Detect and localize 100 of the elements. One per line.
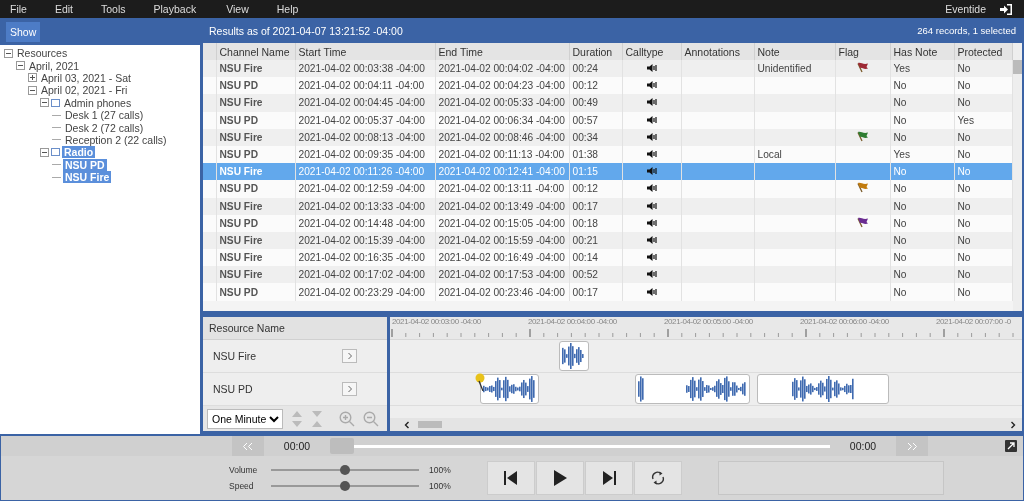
column-header[interactable]: Flag — [835, 43, 890, 60]
speaker-icon — [646, 287, 657, 296]
speaker-icon — [646, 184, 657, 193]
speaker-icon — [646, 132, 657, 141]
table-cell: 00:12 — [569, 180, 622, 198]
menu-item[interactable]: Tools — [101, 3, 126, 15]
play-button[interactable] — [535, 461, 584, 495]
table-cell: 2021-04-02 00:06:34 -04:00 — [435, 111, 569, 129]
slider-thumb[interactable] — [340, 465, 350, 475]
speaker-icon — [646, 235, 657, 244]
menu-item[interactable]: File — [10, 3, 27, 15]
previous-button[interactable] — [486, 461, 535, 495]
collapse-toggle-icon[interactable] — [40, 98, 49, 108]
repeat-icon — [649, 470, 666, 486]
progress-handle[interactable] — [330, 437, 354, 454]
double-chevron-left-icon — [242, 441, 254, 451]
menu-item[interactable]: View — [226, 3, 249, 15]
scrollbar[interactable] — [1013, 43, 1022, 311]
table-cell: 2021-04-02 00:08:46 -04:00 — [435, 128, 569, 146]
results-title: Results as of 2021-04-07 13:21:52 -04:00 — [209, 24, 403, 37]
column-header[interactable]: Note — [754, 43, 835, 60]
column-header[interactable]: Has Note — [890, 43, 954, 60]
table-cell: 2021-04-02 00:13:33 -04:00 — [295, 197, 435, 215]
tree-item[interactable]: April 02, 2021 - Fri — [39, 84, 130, 97]
column-header[interactable]: Channel Name — [216, 43, 295, 60]
collapse-toggle-icon[interactable] — [16, 61, 25, 71]
table-cell: 2021-04-02 00:13:49 -04:00 — [435, 197, 569, 215]
group-icon — [51, 148, 60, 157]
table-cell: NSU PD — [216, 283, 295, 301]
tree-item[interactable]: Desk 2 (72 calls) — [63, 121, 146, 134]
waveform-clip[interactable] — [559, 341, 589, 371]
table-cell: 2021-04-02 00:23:29 -04:00 — [295, 283, 435, 301]
slider-thumb[interactable] — [340, 481, 350, 491]
scrollbar-thumb[interactable] — [418, 421, 442, 428]
tree-item[interactable]: April, 2021 — [27, 59, 82, 72]
collapse-toggle-icon[interactable] — [28, 73, 37, 83]
collapse-toggle-icon[interactable] — [4, 48, 13, 58]
scrollbar[interactable] — [390, 418, 1022, 431]
time-axis-label: 2021-04-02 00:05:00 -04:00 — [663, 317, 754, 328]
collapse-toggle-icon[interactable] — [28, 85, 37, 95]
time-axis-label: 2021-04-02 00:07:00 -0 — [935, 317, 1011, 328]
tree-item[interactable]: April 03, 2021 - Sat — [39, 71, 133, 84]
skip-back-icon — [502, 470, 519, 486]
collapse-toggle-icon[interactable] — [40, 147, 49, 157]
table-cell: 2021-04-02 00:14:48 -04:00 — [295, 214, 435, 232]
skip-forward-icon — [600, 470, 617, 486]
table-cell: No — [890, 128, 954, 146]
repeat-button[interactable] — [633, 461, 682, 495]
length-time: 00:00 — [848, 440, 878, 452]
menu-item[interactable]: Help — [276, 3, 299, 15]
table-cell: 2021-04-02 00:08:13 -04:00 — [295, 128, 435, 146]
table-cell: 00:57 — [569, 111, 622, 129]
chevron-right-icon[interactable] — [1010, 420, 1016, 429]
column-header[interactable]: Calltype — [622, 43, 681, 60]
zoom-dropdown[interactable]: One Minute — [207, 408, 283, 429]
column-header[interactable]: Protected — [954, 43, 1012, 60]
table-cell: 2021-04-02 00:13:11 -04:00 — [435, 180, 569, 198]
table-cell: 00:18 — [569, 214, 622, 232]
menu-item[interactable]: Edit — [54, 3, 73, 15]
show-button[interactable]: Show — [6, 21, 41, 42]
tree-item[interactable]: Reception 2 (22 calls) — [63, 133, 169, 146]
resource-name: NSU Fire — [213, 350, 257, 362]
table-cell: 00:34 — [569, 128, 622, 146]
waveform-clip[interactable] — [757, 374, 889, 404]
column-header[interactable]: End Time — [435, 43, 569, 60]
menu-item[interactable]: Playback — [153, 3, 197, 15]
scrollbar-thumb[interactable] — [1013, 60, 1022, 74]
table-cell: No — [890, 283, 954, 301]
resource-name-header: Resource Name — [203, 317, 387, 340]
logout-icon[interactable] — [1000, 3, 1012, 15]
expand-icon[interactable] — [1005, 440, 1017, 452]
slider-value: 100% — [429, 465, 451, 475]
waveform-clip[interactable] — [635, 374, 750, 404]
next-button[interactable] — [584, 461, 633, 495]
speaker-icon — [646, 81, 657, 90]
speaker-icon — [646, 150, 657, 159]
table-cell: NSU Fire — [216, 128, 295, 146]
chevron-left-icon[interactable] — [404, 420, 410, 429]
speaker-icon — [646, 115, 657, 124]
tree-item[interactable]: Admin phones — [62, 96, 134, 109]
pin-icon[interactable] — [474, 373, 486, 391]
table-cell: No — [890, 94, 954, 112]
table-cell: No — [890, 214, 954, 232]
table-cell: No — [954, 128, 1012, 146]
table-cell: 2021-04-02 00:04:45 -04:00 — [295, 94, 435, 112]
table-cell: Unidentified — [757, 63, 812, 75]
play-icon — [551, 469, 568, 487]
table-cell: 00:17 — [569, 197, 622, 215]
resource-name: NSU PD — [213, 383, 253, 395]
table-cell: Local — [757, 149, 782, 161]
tree-item[interactable]: Desk 1 (27 calls) — [63, 109, 146, 122]
position-time: 00:00 — [282, 440, 312, 452]
column-header[interactable]: Annotations — [681, 43, 754, 60]
waveform-clip[interactable] — [480, 374, 539, 404]
tree-item[interactable]: Resources — [15, 47, 70, 60]
table-cell: 2021-04-02 00:12:59 -04:00 — [295, 180, 435, 198]
column-header[interactable]: Duration — [569, 43, 622, 60]
column-header[interactable]: Start Time — [295, 43, 435, 60]
speaker-icon — [646, 167, 657, 176]
table-cell: 2021-04-02 00:05:37 -04:00 — [295, 111, 435, 129]
